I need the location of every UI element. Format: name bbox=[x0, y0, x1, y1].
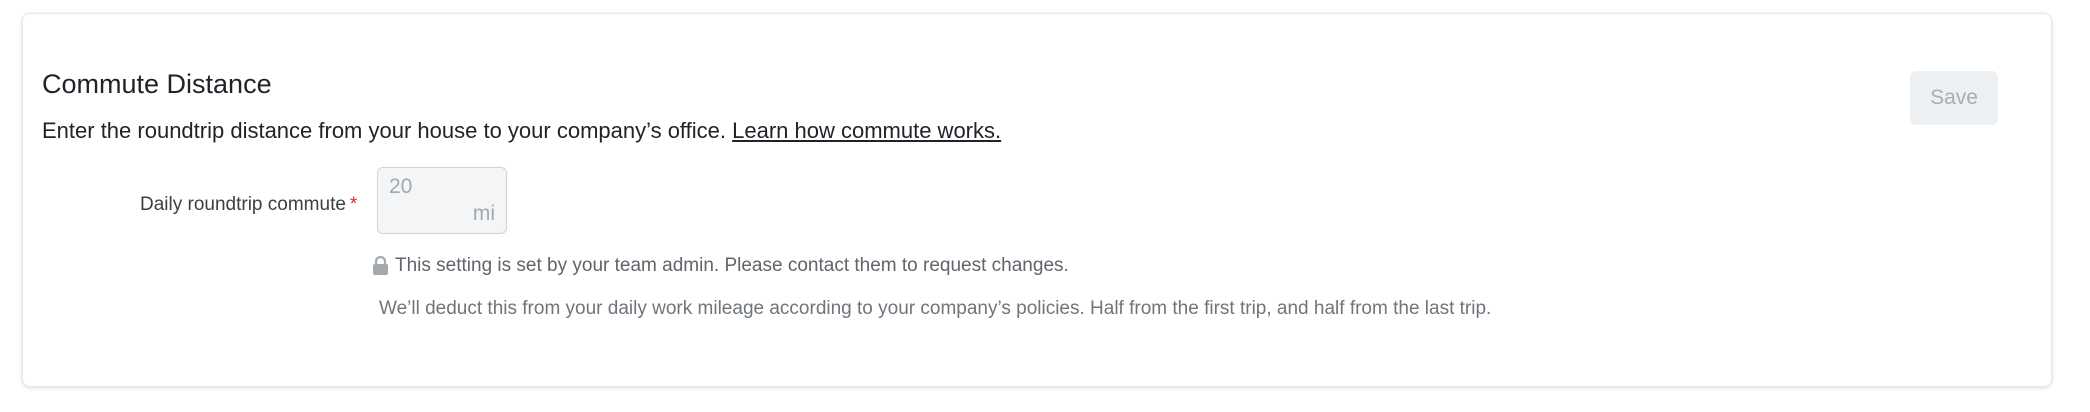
distance-unit: mi bbox=[472, 202, 495, 225]
admin-lock-notice: This setting is set by your team admin. … bbox=[372, 253, 1069, 279]
daily-commute-value: 20 bbox=[389, 175, 413, 198]
section-title: Commute Distance bbox=[42, 69, 272, 99]
lock-icon bbox=[372, 255, 389, 276]
description-text: Enter the roundtrip distance from your h… bbox=[42, 118, 726, 143]
admin-lock-text: This setting is set by your team admin. … bbox=[395, 255, 1069, 276]
save-button[interactable]: Save bbox=[1910, 71, 1998, 125]
commute-help-text: We’ll deduct this from your daily work m… bbox=[379, 298, 1492, 319]
learn-commute-link[interactable]: Learn how commute works. bbox=[732, 118, 1001, 143]
daily-commute-label-text: Daily roundtrip commute bbox=[140, 194, 346, 215]
daily-commute-label: Daily roundtrip commute * bbox=[140, 192, 357, 218]
section-description: Enter the roundtrip distance from your h… bbox=[42, 116, 1001, 146]
daily-commute-input[interactable]: 20 mi bbox=[377, 167, 507, 234]
required-marker: * bbox=[349, 194, 358, 215]
